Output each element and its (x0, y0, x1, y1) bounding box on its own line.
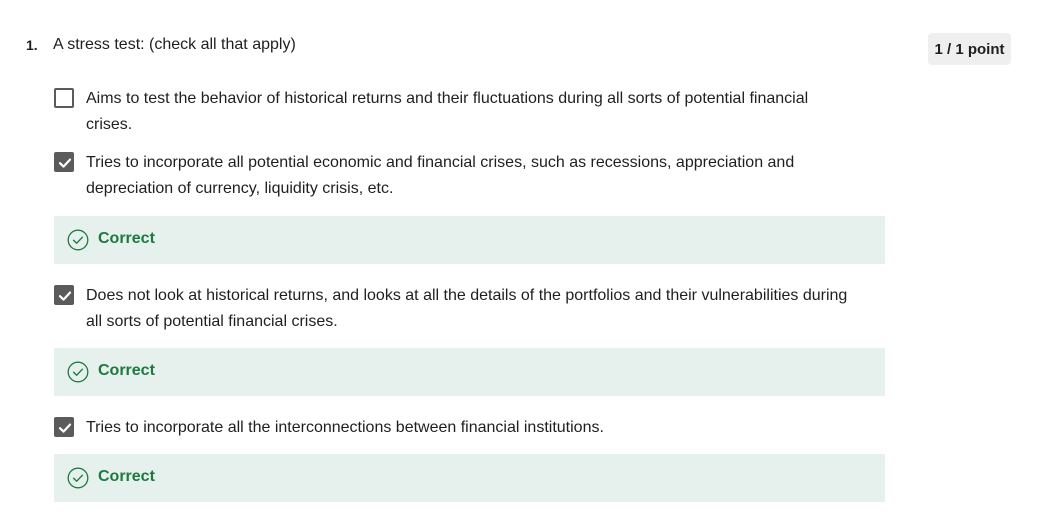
points-badge: 1 / 1 point (928, 33, 1011, 65)
check-icon (58, 158, 72, 168)
option-label: Tries to incorporate all the interconnec… (86, 419, 604, 436)
feedback-label: Correct (98, 468, 155, 485)
checkbox-checked[interactable] (54, 285, 74, 305)
option-label: Tries to incorporate all potential econo… (86, 154, 795, 197)
checkbox-checked[interactable] (54, 417, 74, 437)
option-label: Aims to test the behavior of historical … (86, 90, 809, 133)
feedback-label: Correct (98, 230, 155, 247)
feedback-correct: Correct (54, 216, 885, 264)
question-number: 1. (26, 37, 38, 53)
check-circle-icon (67, 361, 89, 383)
checkbox-checked[interactable] (54, 152, 74, 172)
feedback-correct: Correct (54, 454, 885, 502)
checkbox-unchecked[interactable] (54, 88, 74, 108)
check-icon (58, 291, 72, 301)
feedback-correct: Correct (54, 348, 885, 396)
check-icon (58, 423, 72, 433)
check-circle-icon (67, 467, 89, 489)
check-circle-icon (67, 229, 89, 251)
option-label: Does not look at historical returns, and… (86, 287, 848, 330)
question-text: A stress test: (check all that apply) (53, 36, 296, 53)
feedback-label: Correct (98, 362, 155, 379)
